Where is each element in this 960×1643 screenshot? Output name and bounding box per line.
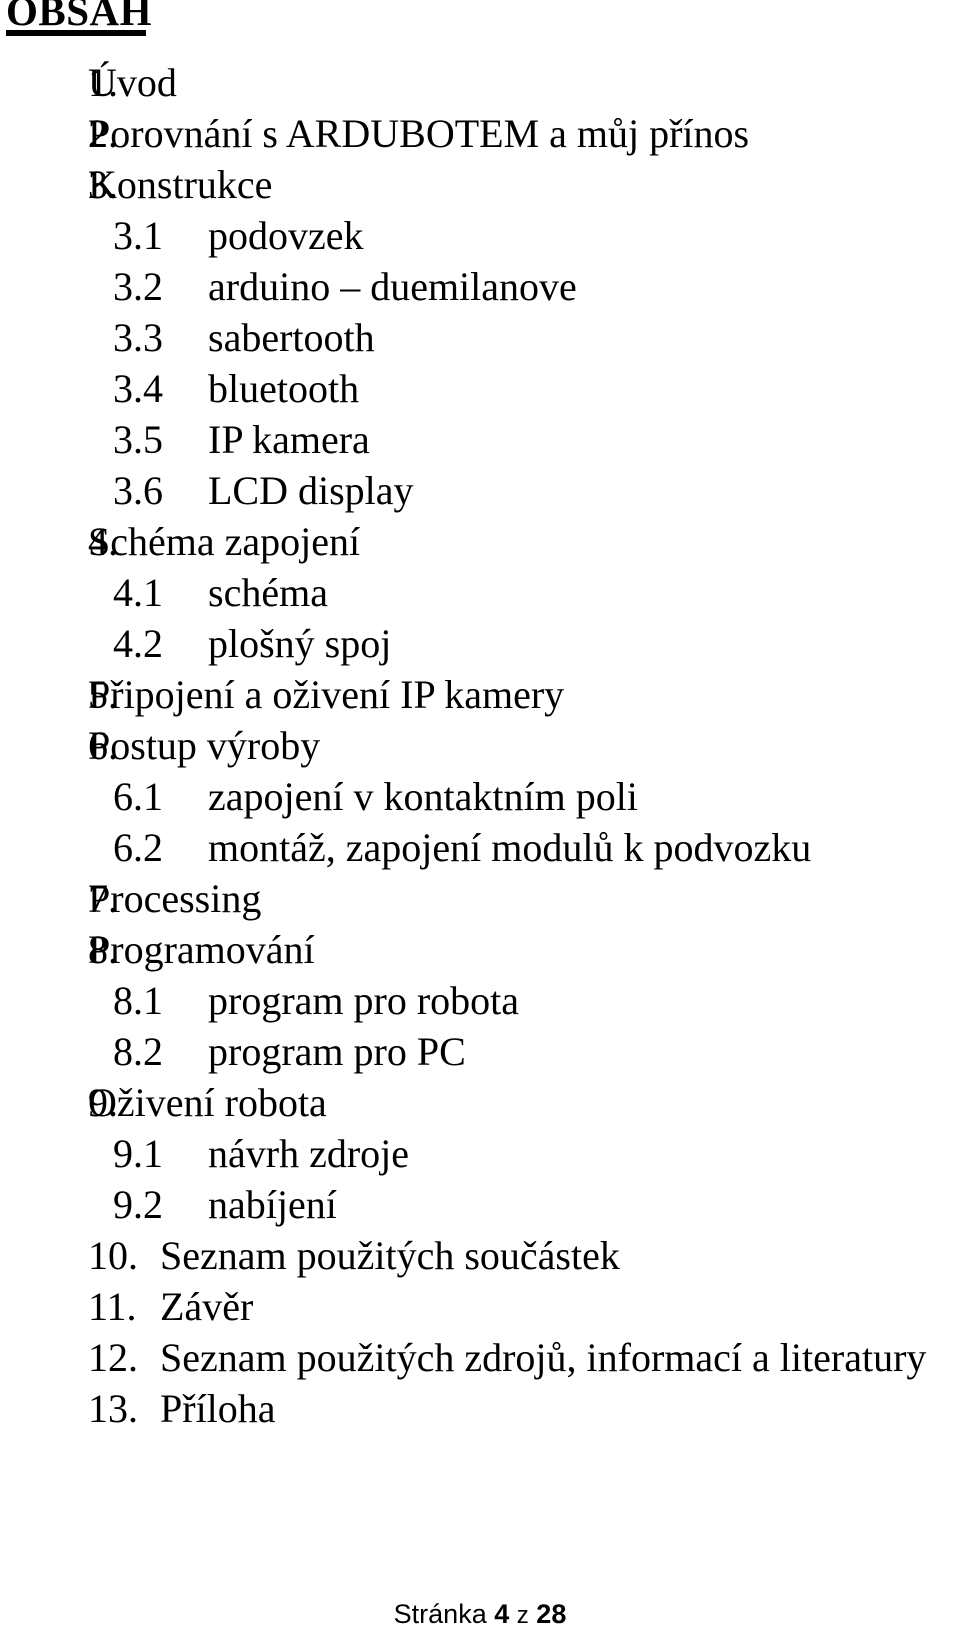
toc-entry-label: plošný spoj (208, 621, 392, 666)
toc-entry-number: 9.2 (113, 1182, 163, 1227)
toc-entry[interactable]: 12. Seznam použitých zdrojů, informací a … (0, 1332, 960, 1383)
toc-entry-number: 3.3 (113, 315, 163, 360)
toc-entry-label: program pro PC (208, 1029, 466, 1074)
table-of-contents: 1. Úvod 2. Porovnání s ARDUBOTEM a můj přín… (0, 57, 960, 1434)
toc-entry-number: 6.1 (113, 774, 163, 819)
toc-entry[interactable]: 7. Processing (0, 873, 960, 924)
toc-entry-label: návrh zdroje (208, 1131, 410, 1176)
toc-entry-label: schéma (208, 570, 328, 615)
toc-entry-label: Porovnání s ARDUBOTEM a můj přínos (88, 111, 750, 156)
footer-current-page: 4 (494, 1599, 510, 1629)
toc-entry[interactable]: 9.1 návrh zdroje (0, 1128, 960, 1179)
toc-entry-number: 6.2 (113, 825, 163, 870)
toc-entry-label: Úvod (88, 60, 177, 105)
toc-entry-number: 4.2 (113, 621, 163, 666)
toc-entry[interactable]: 8.2 program pro PC (0, 1026, 960, 1077)
toc-entry-label: Konstrukce (88, 162, 273, 207)
toc-entry-label: zapojení v kontaktním poli (208, 774, 638, 819)
toc-entry-label: Schéma zapojení (88, 519, 361, 564)
toc-entry-label: Seznam použitých součástek (160, 1233, 620, 1278)
toc-entry-number: 3.5 (113, 417, 163, 462)
toc-entry[interactable]: 4.2 plošný spoj (0, 618, 960, 669)
toc-entry-number: 3.6 (113, 468, 163, 513)
toc-entry[interactable]: 9.2 nabíjení (0, 1179, 960, 1230)
toc-entry[interactable]: 3.4 bluetooth (0, 363, 960, 414)
toc-entry-label: program pro robota (208, 978, 520, 1023)
toc-entry-number: 8.1 (113, 978, 163, 1023)
toc-entry-number: 3.4 (113, 366, 163, 411)
toc-entry[interactable]: 6.1 zapojení v kontaktním poli (0, 771, 960, 822)
toc-entry[interactable]: 2. Porovnání s ARDUBOTEM a můj přínos (0, 108, 960, 159)
toc-entry-label: Programování (88, 927, 315, 972)
toc-entry[interactable]: 6.2 montáž, zapojení modulů k podvozku (0, 822, 960, 873)
toc-entry-number: 12. (88, 1335, 138, 1380)
toc-entry[interactable]: 10. Seznam použitých součástek (0, 1230, 960, 1281)
toc-entry[interactable]: 3.5 IP kamera (0, 414, 960, 465)
toc-entry-label: LCD display (208, 468, 414, 513)
toc-entry-number: 4.1 (113, 570, 163, 615)
toc-entry[interactable]: 3.2 arduino – duemilanove (0, 261, 960, 312)
toc-entry-label: Oživení robota (88, 1080, 327, 1125)
toc-entry-label: montáž, zapojení modulů k podvozku (208, 825, 812, 870)
toc-entry-label: arduino – duemilanove (208, 264, 577, 309)
footer-separator: z (516, 1602, 529, 1629)
toc-entry-number: 11. (88, 1284, 137, 1329)
toc-entry-number: 3.1 (113, 213, 163, 258)
toc-entry[interactable]: 5. Připojení a oživení IP kamery (0, 669, 960, 720)
toc-entry-label: IP kamera (208, 417, 370, 462)
toc-entry-label: Závěr (160, 1284, 254, 1329)
toc-entry[interactable]: 11. Závěr (0, 1281, 960, 1332)
toc-entry-number: 3.2 (113, 264, 163, 309)
footer-prefix: Stránka (393, 1599, 487, 1629)
toc-entry[interactable]: 3.1 podovzek (0, 210, 960, 261)
toc-entry-number: 8.2 (113, 1029, 163, 1074)
toc-entry[interactable]: 8.1 program pro robota (0, 975, 960, 1026)
toc-entry[interactable]: 3. Konstrukce (0, 159, 960, 210)
toc-entry[interactable]: 8. Programování (0, 924, 960, 975)
toc-entry-label: podovzek (208, 213, 364, 258)
toc-entry[interactable]: 3.6 LCD display (0, 465, 960, 516)
toc-entry-label: Postup výroby (88, 723, 321, 768)
toc-entry-label: bluetooth (208, 366, 360, 411)
toc-entry-number: 10. (88, 1233, 138, 1278)
toc-entry-label: Připojení a oživení IP kamery (88, 672, 565, 717)
toc-entry[interactable]: 3.3 sabertooth (0, 312, 960, 363)
toc-entry[interactable]: 13. Příloha (0, 1383, 960, 1434)
toc-entry-number: 13. (88, 1386, 138, 1431)
toc-entry-label: Seznam použitých zdrojů, informací a lit… (160, 1335, 927, 1380)
toc-entry-label: sabertooth (208, 315, 375, 360)
toc-entry-label: nabíjení (208, 1182, 337, 1227)
page-title: OBSAH (6, 0, 153, 34)
footer-total-pages: 28 (536, 1599, 567, 1629)
toc-entry[interactable]: 4. Schéma zapojení (0, 516, 960, 567)
toc-entry-number: 9.1 (113, 1131, 163, 1176)
page-title-underline (6, 30, 146, 36)
toc-entry[interactable]: 6. Postup výroby (0, 720, 960, 771)
toc-entry[interactable]: 9. Oživení robota (0, 1077, 960, 1128)
toc-entry-label: Processing (88, 876, 262, 921)
toc-entry[interactable]: 4.1 schéma (0, 567, 960, 618)
toc-entry-label: Příloha (160, 1386, 276, 1431)
toc-entry[interactable]: 1. Úvod (0, 57, 960, 108)
page-footer: Stránka 4 z 28 (0, 1597, 960, 1633)
